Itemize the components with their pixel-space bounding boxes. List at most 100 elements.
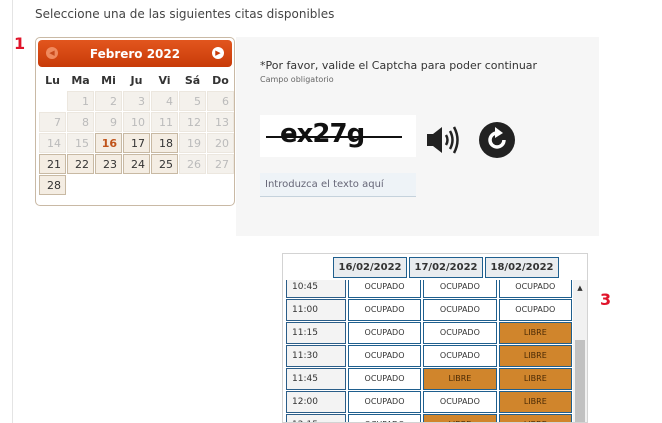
schedule-body: 10:45 OCUPADO OCUPADO OCUPADO 11:00 OCUPADO OC…	[286, 276, 572, 422]
slot-ocupado: OCUPADO	[423, 391, 497, 413]
scrollbar-thumb[interactable]	[575, 340, 585, 422]
slot-libre[interactable]: LIBRE	[498, 391, 572, 413]
required-field-note: Campo obligatorio	[260, 75, 334, 84]
date-picker: ◀ Febrero 2022 ▶ Lu Ma Mi Ju Vi Sá Do 1 2 3 4 5 6 7 8 9…	[35, 37, 235, 206]
calendar-day-disabled: 12	[179, 112, 206, 132]
schedule-header: 16/02/2022 17/02/2022 18/02/2022	[283, 254, 587, 280]
schedule-row: 11:00 OCUPADO OCUPADO OCUPADO	[286, 299, 572, 321]
calendar-month-label: Febrero 2022	[89, 46, 181, 61]
calendar-empty-cell	[179, 175, 206, 195]
calendar-grid: Lu Ma Mi Ju Vi Sá Do 1 2 3 4 5 6 7 8 9 10 11 12 13 14 15 16 17 1…	[39, 71, 234, 195]
calendar-day-disabled: 3	[123, 91, 150, 111]
calendar-empty-cell	[95, 175, 122, 195]
calendar-day[interactable]: 25	[151, 154, 178, 174]
slot-ocupado: OCUPADO	[347, 322, 422, 344]
calendar-day-disabled: 5	[179, 91, 206, 111]
calendar-header: ◀ Febrero 2022 ▶	[38, 40, 232, 67]
date-header: 16/02/2022	[333, 256, 407, 278]
calendar-day[interactable]: 21	[39, 154, 66, 174]
date-header: 17/02/2022	[409, 256, 483, 278]
calendar-day-disabled: 10	[123, 112, 150, 132]
slot-libre[interactable]: LIBRE	[498, 414, 572, 422]
calendar-day-disabled: 26	[179, 154, 206, 174]
time-cell: 11:15	[286, 322, 346, 344]
weekday-label: Ju	[130, 74, 143, 87]
calendar-day[interactable]: 22	[67, 154, 94, 174]
header-spacer	[283, 267, 331, 268]
time-cell: 12:00	[286, 391, 346, 413]
refresh-icon	[479, 122, 515, 158]
captcha-input[interactable]	[260, 173, 416, 197]
schedule-row: 11:30 OCUPADO OCUPADO LIBRE	[286, 345, 572, 367]
slot-ocupado: OCUPADO	[347, 299, 422, 321]
calendar-day-disabled: 13	[207, 112, 234, 132]
slot-ocupado: OCUPADO	[423, 299, 497, 321]
weekday-label: Vi	[158, 74, 171, 87]
captcha-panel: *Por favor, valide el Captcha para poder…	[236, 37, 599, 236]
calendar-day-disabled: 7	[39, 112, 66, 132]
weekday-label: Do	[212, 74, 229, 87]
schedule-table: 10:45 OCUPADO OCUPADO OCUPADO 11:00 OCUPADO OC…	[282, 253, 588, 423]
scrollbar[interactable]: ▲	[573, 280, 587, 422]
calendar-day-disabled: 19	[179, 133, 206, 153]
slot-libre[interactable]: LIBRE	[423, 368, 497, 390]
captcha-message: *Por favor, valide el Captcha para poder…	[260, 59, 538, 72]
slot-libre[interactable]: LIBRE	[498, 345, 572, 367]
slot-libre[interactable]: LIBRE	[498, 368, 572, 390]
calendar-day-disabled: 27	[207, 154, 234, 174]
calendar-day[interactable]: 16	[95, 133, 122, 153]
captcha-image-text: ex27g	[280, 119, 365, 149]
slot-ocupado: OCUPADO	[347, 345, 422, 367]
time-cell: 11:45	[286, 368, 346, 390]
slot-ocupado: OCUPADO	[498, 299, 572, 321]
calendar-day-disabled: 6	[207, 91, 234, 111]
calendar-day-disabled: 8	[67, 112, 94, 132]
time-cell: 12:15	[286, 414, 346, 422]
calendar-empty-cell	[39, 91, 66, 111]
slot-ocupado: OCUPADO	[347, 414, 422, 422]
audio-captcha-button[interactable]	[425, 123, 463, 157]
schedule-row: 12:15OCUPADOLIBRELIBRE	[286, 414, 572, 422]
calendar-day-disabled: 11	[151, 112, 178, 132]
weekday-label: Ma	[71, 74, 90, 87]
schedule-row: 11:45 OCUPADO LIBRE LIBRE	[286, 368, 572, 390]
calendar-day-disabled: 1	[67, 91, 94, 111]
calendar-day[interactable]: 28	[39, 175, 66, 195]
captcha-image: ex27g	[260, 115, 416, 157]
calendar-empty-cell	[67, 175, 94, 195]
slot-ocupado: OCUPADO	[347, 368, 422, 390]
captcha-strike-line	[266, 136, 402, 138]
slot-ocupado: OCUPADO	[423, 345, 497, 367]
date-header: 18/02/2022	[485, 256, 559, 278]
calendar-day-disabled: 15	[67, 133, 94, 153]
weekday-label: Mi	[101, 74, 116, 87]
refresh-captcha-button[interactable]	[478, 121, 516, 159]
schedule-row: 11:15 OCUPADO OCUPADO LIBRE	[286, 322, 572, 344]
marker-1: 1	[14, 34, 26, 53]
calendar-day-disabled: 9	[95, 112, 122, 132]
calendar-day[interactable]: 24	[123, 154, 150, 174]
calendar-day[interactable]: 18	[151, 133, 178, 153]
weekday-label: Sá	[184, 74, 201, 87]
calendar-empty-cell	[123, 175, 150, 195]
calendar-day-disabled: 20	[207, 133, 234, 153]
calendar-day-disabled: 2	[95, 91, 122, 111]
calendar-day[interactable]: 23	[95, 154, 122, 174]
slot-libre[interactable]: LIBRE	[498, 322, 572, 344]
calendar-empty-cell	[151, 175, 178, 195]
speaker-icon	[427, 126, 459, 154]
appointment-page: Seleccione una de las siguientes citas d…	[0, 0, 662, 423]
time-cell: 11:30	[286, 345, 346, 367]
scroll-up-arrow-icon[interactable]: ▲	[573, 282, 587, 294]
circle-arrow-right-icon[interactable]: ▶	[212, 47, 224, 59]
calendar-day-disabled: 4	[151, 91, 178, 111]
slot-libre[interactable]: LIBRE	[423, 414, 497, 422]
marker-3: 3	[600, 290, 612, 309]
time-cell: 11:00	[286, 299, 346, 321]
circle-arrow-left-icon[interactable]: ◀	[46, 47, 58, 59]
calendar-day[interactable]: 17	[123, 133, 150, 153]
weekday-label: Lu	[45, 74, 60, 87]
calendar-empty-cell	[207, 175, 234, 195]
divider	[12, 0, 13, 423]
calendar-day-disabled: 14	[39, 133, 66, 153]
